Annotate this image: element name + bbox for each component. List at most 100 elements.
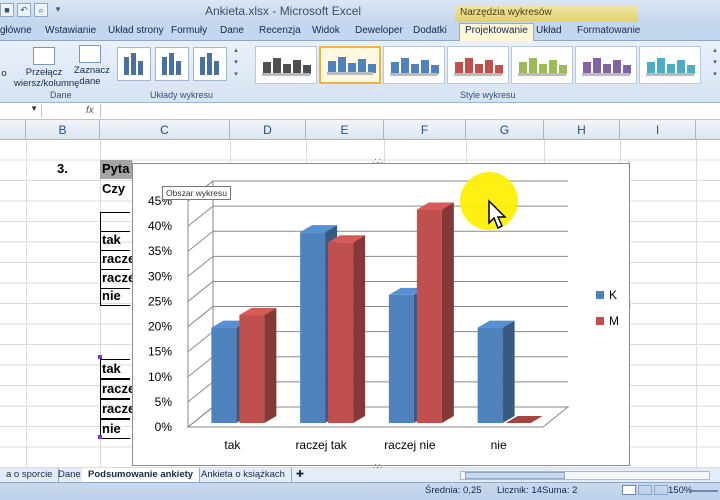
status-count: Licznik: 14	[497, 485, 542, 496]
col-header-d[interactable]: D	[230, 120, 306, 140]
legend-swatch-m	[596, 317, 604, 325]
range-marker-bottom	[98, 435, 102, 439]
formula-bar: ▼ fx	[0, 103, 720, 120]
tab-page-layout[interactable]: Układ strony	[108, 25, 164, 36]
table2-label-3: racze	[102, 401, 136, 416]
legend-label-k: K	[609, 288, 617, 302]
prev-group-stub: o	[1, 68, 7, 79]
chart-layout-2[interactable]	[155, 47, 189, 81]
chart-side-wall	[187, 179, 214, 429]
y-tick-label: 10%	[148, 370, 172, 384]
view-normal-icon[interactable]	[622, 485, 636, 495]
tab-format[interactable]: Formatowanie	[577, 25, 640, 36]
x-tick-label: nie	[491, 438, 507, 452]
chart-style-3[interactable]	[383, 46, 445, 84]
y-tick-label: 15%	[148, 345, 172, 359]
insert-sheet-icon[interactable]: ✚	[290, 468, 308, 482]
chart-style-4[interactable]	[447, 46, 509, 84]
tab-home[interactable]: główne	[0, 25, 32, 36]
bar-m-3-side	[441, 202, 454, 423]
row-header-corner[interactable]	[0, 120, 26, 140]
chart-layout-1[interactable]	[117, 47, 151, 81]
chart-area[interactable]: 0% 5% 10% 15% 20% 25% 30% 35% 40% 45% tak raczej ta…	[132, 163, 630, 466]
bar-m-3	[416, 209, 442, 423]
chart-tooltip: Obszar wykresu	[162, 186, 231, 200]
tab-formulas[interactable]: Formuły	[171, 25, 207, 36]
tab-data[interactable]: Dane	[220, 25, 244, 36]
undo-icon[interactable]: ↶	[17, 3, 31, 17]
name-box-dropdown-icon[interactable]: ▼	[30, 104, 38, 113]
chart-style-1[interactable]	[255, 46, 317, 84]
column-headers: B C D E F G H I	[0, 120, 720, 140]
context-tools-title: Narzędzia wykresów	[455, 5, 638, 22]
tab-layout[interactable]: Układ	[536, 25, 562, 36]
chart-layout-3[interactable]	[193, 47, 227, 81]
qat-dropdown-icon[interactable]: ▾	[51, 3, 65, 17]
col-header-e[interactable]: E	[306, 120, 384, 140]
horizontal-scrollbar[interactable]	[460, 471, 710, 480]
table2-label-1: tak	[102, 361, 121, 376]
print-preview-icon[interactable]: ⌕	[34, 3, 48, 17]
table1-label-1: tak	[102, 232, 121, 247]
name-box[interactable]: ▼	[0, 104, 42, 118]
tab-design[interactable]: Projektowanie	[459, 23, 534, 41]
formula-input[interactable]	[100, 104, 720, 118]
switch-label-1: Przełącz	[25, 67, 63, 78]
col-header-c[interactable]: C	[100, 120, 230, 140]
tab-view[interactable]: Widok	[312, 25, 340, 36]
view-page-layout-icon[interactable]	[638, 485, 652, 495]
chart-handle-top[interactable]: ∴∴	[373, 157, 382, 166]
sheet-tabs: a o sporcie Dane Podsumowanie ankiety An…	[0, 468, 720, 483]
view-page-break-icon[interactable]	[654, 485, 668, 495]
mouse-pointer-icon	[488, 199, 507, 230]
select-label-1: Zaznacz	[74, 65, 110, 76]
switch-label-2: wiersz/kolumnę	[14, 78, 80, 89]
sheet-tab-summary[interactable]: Podsumowanie ankiety	[82, 468, 201, 482]
save-icon[interactable]: ■	[0, 3, 14, 17]
bar-m-2	[328, 242, 354, 423]
switch-row-column-button[interactable]: Przełącz wiersz/kolumnę	[14, 47, 80, 89]
chart-handle-tr[interactable]: ⋮	[625, 160, 633, 169]
tab-review[interactable]: Recenzja	[259, 25, 301, 36]
chart-handle-right[interactable]: ⋮	[626, 300, 634, 309]
sheet-tab-sport[interactable]: a o sporcie	[0, 468, 60, 482]
tab-developer[interactable]: Deweloper	[355, 25, 403, 36]
bar-m-1-side	[264, 308, 277, 423]
select-data-button[interactable]: Zaznacz dane	[74, 45, 110, 87]
legend-label-m: M	[609, 314, 619, 328]
chart-style-7[interactable]	[639, 46, 701, 84]
quick-access-toolbar: ■ ↶ ⌕ ▾	[0, 3, 65, 17]
styles-scroll[interactable]: ▴ ▾ ▾	[711, 45, 719, 81]
sheet-tab-books[interactable]: Ankieta o książkach	[195, 468, 292, 482]
chart-style-2[interactable]	[319, 46, 381, 84]
chart-handle-tl[interactable]: ⋮	[128, 160, 136, 169]
tab-insert[interactable]: Wstawianie	[45, 25, 96, 36]
group-label-layouts: Układy wykresu	[150, 90, 214, 100]
col-header-i[interactable]: I	[620, 120, 696, 140]
table1-label-3: racze	[102, 270, 136, 285]
status-bar: a o sporcie Dane Podsumowanie ankiety An…	[0, 468, 720, 500]
chart-style-6[interactable]	[575, 46, 637, 84]
fx-button[interactable]: fx	[86, 105, 94, 116]
table1-label-4: nie	[102, 288, 121, 303]
y-tick-label: 35%	[148, 244, 172, 258]
bar-k-3	[388, 294, 414, 423]
y-tick-label: 20%	[148, 320, 172, 334]
select-label-2: dane	[79, 76, 101, 87]
table1-header-cell	[100, 212, 130, 232]
chart-style-5[interactable]	[511, 46, 573, 84]
group-label-styles: Style wykresu	[460, 90, 516, 100]
status-average: Średnia: 0,25	[425, 485, 482, 496]
col-header-b[interactable]: B	[26, 120, 100, 140]
bar-k-1	[211, 327, 237, 423]
horizontal-scroll-thumb[interactable]	[465, 472, 565, 479]
col-header-f[interactable]: F	[384, 120, 466, 140]
layouts-scroll[interactable]: ▴ ▾ ▾	[232, 45, 240, 81]
zoom-slider[interactable]	[690, 490, 718, 492]
col-header-g[interactable]: G	[466, 120, 544, 140]
y-tick-label: 40%	[148, 219, 172, 233]
bar-k-4-side	[502, 320, 515, 423]
col-header-h[interactable]: H	[544, 120, 620, 140]
tab-addins[interactable]: Dodatki	[413, 25, 447, 36]
zoom-level[interactable]: 150%	[668, 485, 692, 496]
